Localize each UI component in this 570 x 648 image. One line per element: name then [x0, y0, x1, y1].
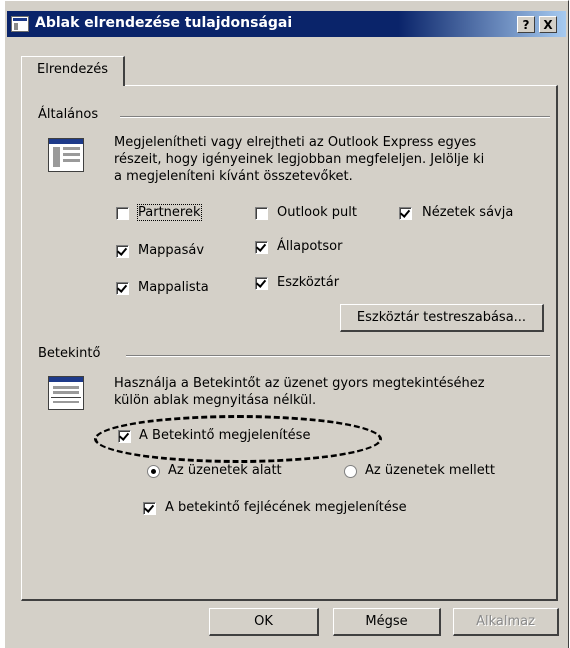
ok-button[interactable]: OK: [209, 608, 319, 636]
partners-checkbox[interactable]: [116, 207, 129, 220]
description-line: részeit, hogy igényeinek legjobban megfe…: [114, 152, 485, 167]
highlight-oval: [94, 415, 382, 463]
tab-panel: Általános Megjelenítheti vagy elrejtheti…: [21, 85, 558, 601]
toolbar-checkbox[interactable]: [255, 277, 268, 290]
title-bar[interactable]: Ablak elrendezése tulajdonságai ? X: [7, 11, 566, 37]
properties-dialog: Ablak elrendezése tulajdonságai ? X Elre…: [4, 0, 569, 648]
group-title-preview: Betekintő: [38, 346, 101, 361]
folder-list-label[interactable]: Mappalista: [138, 280, 209, 295]
below-messages-label[interactable]: Az üzenetek alatt: [168, 463, 282, 478]
below-messages-radio[interactable]: [147, 465, 160, 478]
views-bar-label[interactable]: Nézetek sávja: [422, 205, 513, 220]
status-bar-label[interactable]: Állapotsor: [277, 239, 342, 254]
customize-toolbar-button[interactable]: Eszköztár testreszabása...: [340, 304, 544, 332]
partners-label[interactable]: Partnerek: [137, 204, 202, 221]
outlook-bar-checkbox[interactable]: [255, 207, 268, 220]
close-button[interactable]: X: [539, 16, 557, 33]
outlook-bar-label[interactable]: Outlook pult: [277, 205, 357, 220]
tab-layout[interactable]: Elrendezés: [21, 56, 125, 86]
views-bar-checkbox[interactable]: [399, 207, 412, 220]
beside-messages-radio[interactable]: [344, 465, 357, 478]
folder-list-checkbox[interactable]: [116, 282, 129, 295]
description-line: Megjelenítheti vagy elrejtheti az Outloo…: [114, 135, 477, 150]
status-bar-checkbox[interactable]: [255, 241, 268, 254]
group-title-general: Általános: [38, 107, 99, 122]
beside-messages-label[interactable]: Az üzenetek mellett: [365, 463, 495, 478]
toolbar-label[interactable]: Eszköztár: [277, 275, 339, 290]
description-line: Használja a Betekintőt az üzenet gyors m…: [114, 376, 485, 391]
show-header-checkbox[interactable]: [143, 502, 156, 515]
tab-label: Elrendezés: [37, 62, 108, 77]
description-line: a megjeleníteni kívánt összetevőket.: [114, 169, 353, 184]
preview-description: Használja a Betekintőt az üzenet gyors m…: [114, 375, 485, 409]
group-divider: [126, 355, 550, 357]
apply-button[interactable]: Alkalmaz: [453, 608, 559, 636]
description-line: külön ablak megnyitása nélkül.: [114, 393, 317, 408]
folder-bar-label[interactable]: Mappasáv: [138, 243, 204, 258]
window-layout-icon: [48, 138, 84, 172]
cancel-button[interactable]: Mégse: [333, 608, 441, 636]
group-divider: [120, 116, 550, 118]
help-button[interactable]: ?: [517, 16, 535, 33]
show-header-label[interactable]: A betekintő fejlécének megjelenítése: [165, 500, 407, 515]
folder-bar-checkbox[interactable]: [116, 245, 129, 258]
window-title: Ablak elrendezése tulajdonságai: [35, 15, 293, 31]
preview-pane-icon: [48, 376, 84, 410]
general-description: Megjelenítheti vagy elrejtheti az Outloo…: [114, 134, 484, 185]
window-layout-icon: [11, 16, 29, 32]
